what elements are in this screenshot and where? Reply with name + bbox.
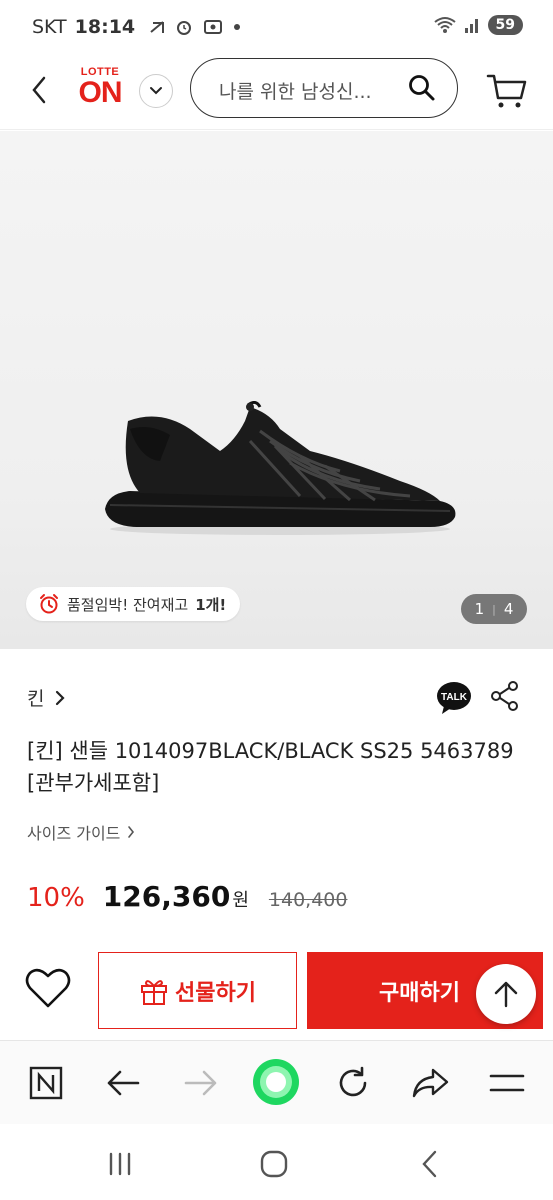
buy-label: 구매하기 [379, 980, 460, 1006]
talk-label: TALK [441, 692, 468, 703]
system-navigation-bar [0, 1124, 553, 1200]
kakao-talk-share-button[interactable]: TALK [436, 680, 472, 716]
cart-icon [486, 74, 527, 108]
wishlist-button[interactable] [24, 966, 72, 1010]
menu-icon [489, 1074, 525, 1092]
signal-icon [464, 19, 478, 33]
chevron-right-small-icon [128, 826, 135, 838]
scroll-to-top-button[interactable] [476, 964, 536, 1024]
mall-dropdown-button[interactable] [139, 74, 173, 108]
chevron-left-icon [422, 1150, 437, 1178]
wifi-icon [433, 17, 456, 33]
share-nodes-icon [491, 681, 518, 711]
alarm-clock-icon [40, 594, 58, 614]
browser-forward-button[interactable] [181, 1063, 221, 1103]
image-page-indicator: 1 | 4 [461, 594, 527, 624]
gift-icon [141, 979, 168, 1005]
stock-alert-count: 1개! [195, 595, 227, 614]
page-share-button[interactable] [410, 1063, 450, 1103]
browser-toolbar [0, 1040, 553, 1124]
original-price: 140,400 [268, 889, 348, 911]
status-notification-icons [149, 18, 241, 36]
search-placeholder: 나를 위한 남성신... [219, 81, 372, 103]
screenshot-icon [204, 20, 223, 34]
page-current: 1 [474, 600, 485, 618]
share-button[interactable] [490, 680, 520, 712]
size-guide-label: 사이즈 가이드 [27, 824, 121, 843]
status-right: 59 [433, 15, 523, 35]
alarm-icon [177, 21, 192, 35]
battery-level: 59 [487, 15, 523, 35]
recent-apps-icon [109, 1152, 131, 1176]
browser-menu-button[interactable] [487, 1063, 527, 1103]
browser-back-button[interactable] [103, 1063, 143, 1103]
status-bar: SKT 18:14 59 [0, 0, 553, 56]
logo-main-text: ON [78, 76, 123, 109]
chevron-left-icon [32, 76, 46, 104]
chevron-down-icon [150, 87, 162, 95]
status-left: SKT 18:14 [32, 16, 241, 38]
lotte-on-logo[interactable]: LOTTE ON [72, 66, 128, 114]
naver-home-button[interactable] [26, 1063, 66, 1103]
gift-button[interactable]: 선물하기 [98, 952, 297, 1029]
app-header: LOTTE ON 나를 위한 남성신... [0, 56, 553, 130]
heart-icon [25, 968, 71, 1008]
brand-name: 킨 [27, 688, 45, 710]
stock-alert-text: 품절임박! 잔여재고 [67, 595, 189, 614]
green-dot-button[interactable] [252, 1058, 300, 1106]
size-guide-link[interactable]: 사이즈 가이드 [27, 820, 136, 844]
stock-alert-badge: 품절임박! 잔여재고 1개! [26, 587, 241, 621]
currency-unit: 원 [232, 890, 249, 911]
home-button[interactable] [254, 1148, 294, 1180]
product-image-gallery[interactable]: 품절임박! 잔여재고 1개! 1 | 4 [0, 131, 553, 649]
refresh-icon [339, 1066, 367, 1097]
refresh-button[interactable] [333, 1063, 373, 1103]
recent-apps-button[interactable] [100, 1148, 140, 1180]
green-dot-icon [253, 1059, 299, 1105]
naver-home-icon [29, 1066, 63, 1100]
talk-bubble-icon: TALK [437, 682, 471, 714]
sale-price: 126,360 [102, 880, 231, 913]
gift-label: 선물하기 [175, 980, 256, 1006]
product-sandal-image [105, 401, 456, 535]
product-title: [킨] 샌들 1014097BLACK/BLACK SS25 5463789 [… [27, 739, 514, 795]
brand-link[interactable]: 킨 [27, 684, 66, 711]
system-back-button[interactable] [410, 1148, 450, 1180]
page-separator: | [492, 602, 496, 616]
forward-arrow-icon [184, 1070, 217, 1096]
price-row: 10% 126,360 원 140,400 [27, 880, 347, 913]
arrow-up-icon [494, 981, 518, 1008]
dot-icon [234, 24, 241, 30]
clock-time: 18:14 [74, 16, 136, 38]
back-button[interactable] [26, 72, 54, 108]
discount-rate: 10% [27, 883, 85, 913]
back-arrow-icon [107, 1070, 140, 1096]
share-icon [412, 1068, 449, 1098]
chevron-right-icon [56, 690, 66, 705]
cart-button[interactable] [485, 68, 529, 112]
carrier-label: SKT [32, 16, 67, 38]
search-icon[interactable] [407, 73, 437, 103]
missed-call-icon [150, 21, 165, 33]
page-total: 4 [503, 600, 514, 618]
search-input[interactable]: 나를 위한 남성신... [190, 58, 458, 118]
home-icon [260, 1150, 288, 1178]
